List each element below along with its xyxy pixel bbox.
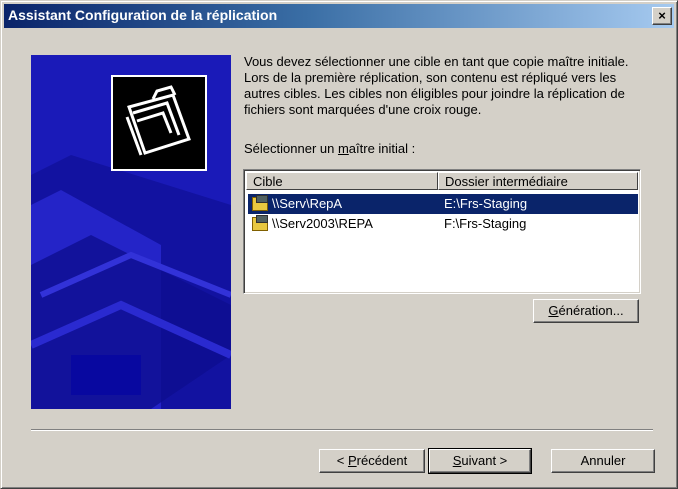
column-header-staging[interactable]: Dossier intermédiaire xyxy=(438,172,638,190)
folders-icon xyxy=(111,75,207,171)
next-button[interactable]: Suivant > xyxy=(428,448,532,474)
close-button[interactable]: × xyxy=(652,7,672,25)
window-title: Assistant Configuration de la réplicatio… xyxy=(8,7,278,23)
title-bar[interactable]: Assistant Configuration de la réplicatio… xyxy=(4,4,674,28)
instruction-text: Vous devez sélectionner une cible en tan… xyxy=(244,54,629,117)
list-header: Cible Dossier intermédiaire xyxy=(246,172,638,192)
list-item[interactable]: \\Serv\RepA E:\Frs-Staging xyxy=(248,194,638,214)
generation-button[interactable]: Génération... xyxy=(533,299,639,323)
footer-separator xyxy=(31,429,653,431)
share-folder-icon xyxy=(252,215,268,231)
back-button[interactable]: < Précédent xyxy=(319,449,425,473)
target-name: \\Serv2003\REPA xyxy=(272,216,373,231)
target-name: \\Serv\RepA xyxy=(272,196,343,211)
share-folder-icon xyxy=(252,195,268,211)
close-icon: × xyxy=(658,8,666,23)
targets-list[interactable]: Cible Dossier intermédiaire \\Serv\RepA … xyxy=(243,169,641,294)
column-header-target[interactable]: Cible xyxy=(246,172,438,190)
select-master-label: Sélectionner un maître initial : xyxy=(244,141,416,156)
wizard-window: Assistant Configuration de la réplicatio… xyxy=(0,0,678,489)
cancel-button[interactable]: Annuler xyxy=(551,449,655,473)
list-item[interactable]: \\Serv2003\REPA F:\Frs-Staging xyxy=(248,214,638,234)
wizard-side-graphic xyxy=(31,55,231,409)
staging-path: F:\Frs-Staging xyxy=(444,216,527,231)
staging-path: E:\Frs-Staging xyxy=(444,196,528,211)
